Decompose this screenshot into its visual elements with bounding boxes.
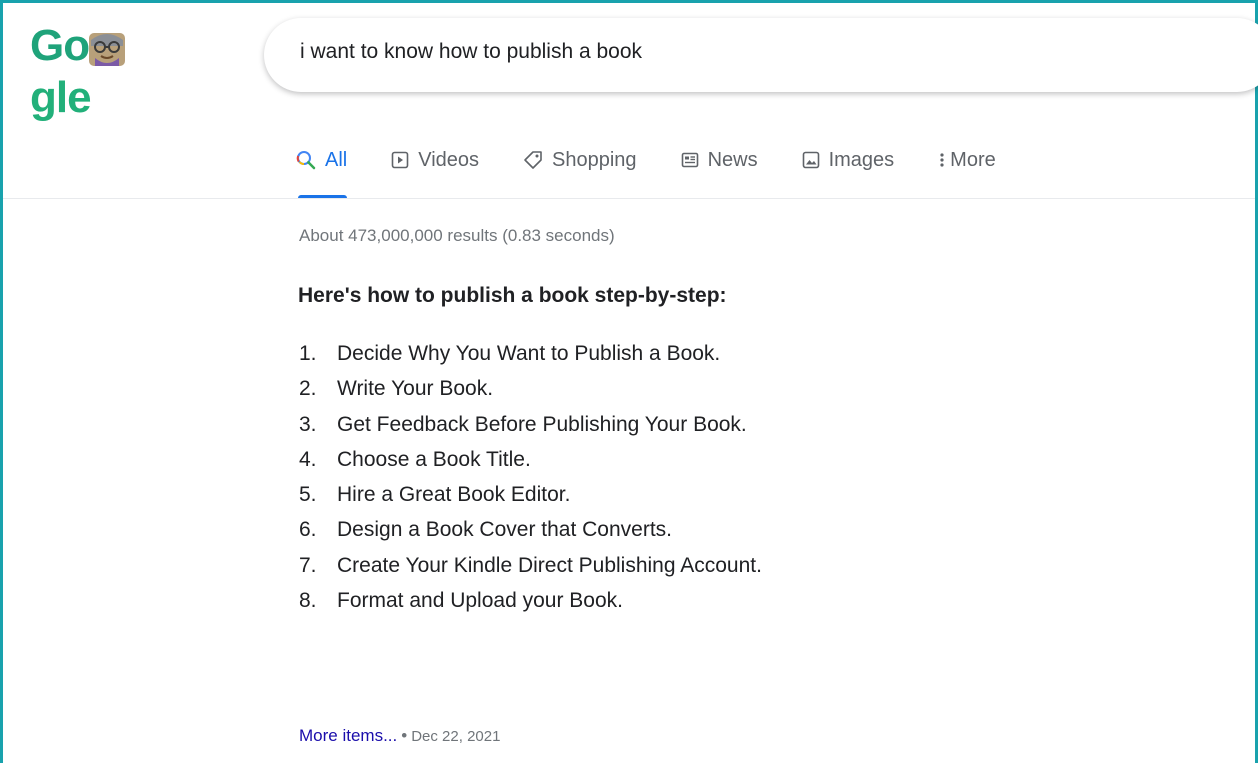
- tab-label: More: [950, 148, 996, 171]
- list-item: 3. Get Feedback Before Publishing Your Bo…: [299, 412, 747, 436]
- more-items-link[interactable]: More items...: [299, 726, 397, 745]
- search-icon: [296, 151, 316, 170]
- news-icon: [681, 152, 698, 168]
- tab-label: Videos: [418, 148, 480, 171]
- logo-suffix: gle: [30, 73, 92, 122]
- list-item: 2. Write Your Book.: [299, 377, 494, 401]
- tabs-divider: [3, 198, 1255, 199]
- tab-all[interactable]: All: [296, 140, 348, 198]
- list-item: 5. Hire a Great Book Editor.: [299, 483, 571, 507]
- tab-videos[interactable]: Videos: [391, 140, 479, 180]
- google-logo[interactable]: Gogle: [30, 20, 190, 122]
- search-box[interactable]: [264, 18, 1258, 92]
- tab-images[interactable]: Images: [802, 140, 895, 180]
- play-icon: [391, 151, 409, 169]
- featured-snippet-list: 1. Decide Why You Want to Publish a Book.…: [299, 340, 762, 622]
- tab-label: Shopping: [552, 148, 637, 171]
- separator-dot: •: [401, 726, 408, 745]
- list-item: 8. Format and Upload your Book.: [299, 589, 623, 613]
- logo-prefix: Go: [30, 21, 90, 70]
- image-icon: [802, 151, 819, 169]
- doodle-face-icon: [89, 33, 125, 66]
- tab-label: Images: [828, 148, 895, 171]
- more-items-line: More items... • Dec 22, 2021: [299, 726, 500, 746]
- list-item: 4. Choose a Book Title.: [299, 447, 531, 471]
- list-item: 1. Decide Why You Want to Publish a Book.: [299, 342, 721, 365]
- tab-news[interactable]: News: [681, 140, 758, 180]
- result-stats: About 473,000,000 results (0.83 seconds): [299, 226, 615, 245]
- tab-label: All: [325, 148, 348, 171]
- list-item: 6. Design a Book Cover that Converts.: [299, 518, 672, 542]
- tab-shopping[interactable]: Shopping: [523, 140, 637, 180]
- more-vert-icon: [940, 153, 944, 167]
- tab-label: News: [707, 148, 758, 171]
- featured-snippet-title: Here's how to publish a book step-by-ste…: [298, 284, 727, 307]
- snippet-date: Dec 22, 2021: [411, 728, 501, 745]
- search-input[interactable]: [300, 40, 1200, 64]
- tab-more[interactable]: More: [938, 140, 996, 180]
- search-tabs: All Videos Shopping News Images More: [296, 140, 1040, 198]
- list-item: 7. Create Your Kindle Direct Publishing A…: [299, 553, 762, 577]
- tag-icon: [524, 151, 542, 169]
